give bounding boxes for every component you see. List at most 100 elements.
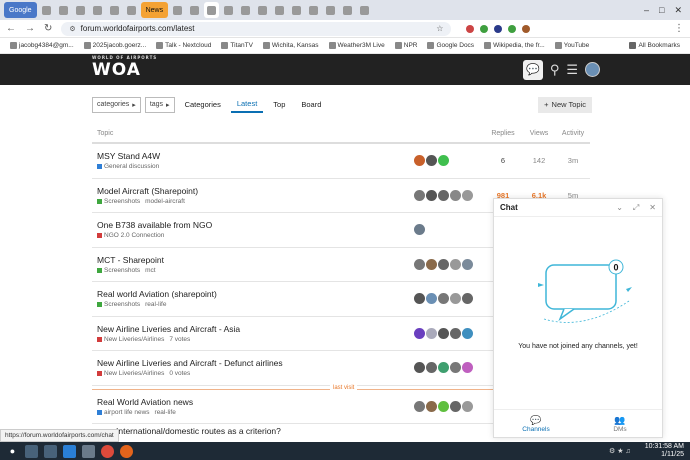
poster-avatar[interactable] bbox=[426, 293, 437, 305]
partial-topic-row[interactable]: International/domestic routes as a crite… bbox=[92, 426, 492, 442]
poster-avatar[interactable] bbox=[438, 293, 449, 305]
taskbar-app-icon[interactable] bbox=[63, 444, 76, 458]
bookmark-item[interactable]: Weather3M Live bbox=[328, 41, 385, 49]
topic-title[interactable]: New Airline Liveries and Aircraft - Asia bbox=[97, 324, 414, 334]
chat-button[interactable]: 💬 bbox=[522, 59, 543, 80]
header-replies[interactable]: Replies bbox=[484, 130, 522, 137]
nav-categories[interactable]: Categories bbox=[179, 97, 227, 112]
maximize-icon[interactable]: □ bbox=[659, 5, 664, 16]
topic-title[interactable]: MSY Stand A4W bbox=[97, 151, 414, 161]
poster-avatar[interactable] bbox=[438, 258, 449, 270]
poster-avatar[interactable] bbox=[450, 189, 461, 201]
topic-title[interactable]: Real World Aviation news bbox=[97, 397, 414, 407]
reload-icon[interactable]: ↻ bbox=[44, 23, 52, 34]
poster-avatar[interactable] bbox=[462, 189, 473, 201]
browser-tab[interactable] bbox=[221, 2, 236, 18]
poster-avatar[interactable] bbox=[450, 400, 461, 412]
expand-icon[interactable]: ⤢ bbox=[633, 203, 639, 213]
poster-avatar[interactable] bbox=[462, 362, 473, 374]
poster-avatar[interactable] bbox=[438, 189, 449, 201]
categories-dropdown[interactable]: categories ▸ bbox=[92, 96, 141, 113]
topic-title[interactable]: New Airline Liveries and Aircraft - Defu… bbox=[97, 358, 414, 368]
poster-avatar[interactable] bbox=[426, 155, 437, 167]
poster-avatar[interactable] bbox=[426, 327, 437, 339]
bookmark-item[interactable]: Wikipedia, the fr... bbox=[484, 41, 545, 49]
browser-tab[interactable] bbox=[255, 2, 270, 18]
bookmark-item[interactable]: TitanTV bbox=[221, 41, 253, 49]
search-icon[interactable]: ⚲ bbox=[550, 62, 560, 78]
taskbar-app-icon[interactable] bbox=[82, 444, 95, 458]
browser-tab[interactable] bbox=[340, 2, 355, 18]
topic-activity[interactable]: 3m bbox=[556, 156, 590, 165]
browser-tab[interactable] bbox=[272, 2, 287, 18]
topic-row[interactable]: MSY Stand A4W General discussion 6 142 3… bbox=[92, 144, 590, 179]
nav-board[interactable]: Board bbox=[295, 97, 327, 112]
poster-avatar[interactable] bbox=[426, 362, 437, 374]
poster-avatar[interactable] bbox=[462, 400, 473, 412]
tab-dms[interactable]: 👥 DMs bbox=[578, 410, 662, 437]
topic-title[interactable]: Real world Aviation (sharepoint) bbox=[97, 289, 414, 299]
firefox-icon[interactable] bbox=[120, 444, 133, 458]
browser-tab[interactable] bbox=[289, 2, 304, 18]
poster-avatar[interactable] bbox=[450, 327, 461, 339]
extension-icon[interactable] bbox=[508, 24, 517, 33]
poster-avatar[interactable] bbox=[438, 327, 449, 339]
topic-title[interactable]: One B738 available from NGO bbox=[97, 220, 414, 230]
poster-avatar[interactable] bbox=[438, 400, 449, 412]
browser-tab[interactable] bbox=[238, 2, 253, 18]
topic-category[interactable]: Screenshots bbox=[104, 198, 140, 205]
browser-tab[interactable] bbox=[170, 2, 185, 18]
topic-category[interactable]: NGO 2.0 Connection bbox=[104, 232, 164, 239]
poster-avatar[interactable] bbox=[414, 362, 425, 374]
header-views[interactable]: Views bbox=[522, 130, 556, 137]
close-icon[interactable]: ✕ bbox=[649, 203, 656, 213]
forward-icon[interactable]: → bbox=[25, 23, 35, 34]
topic-category[interactable]: New Liveries/Airlines bbox=[104, 370, 164, 377]
new-topic-button[interactable]: + New Topic bbox=[538, 96, 592, 113]
topic-tags[interactable]: model-aircraft bbox=[145, 198, 185, 205]
nav-top[interactable]: Top bbox=[267, 97, 291, 112]
poster-avatar[interactable] bbox=[450, 258, 461, 270]
topic-category[interactable]: Screenshots bbox=[104, 301, 140, 308]
site-logo[interactable]: WORLD OF AIRPORTS WOA bbox=[92, 55, 156, 80]
taskbar-app-icon[interactable] bbox=[25, 444, 38, 458]
poster-avatar[interactable] bbox=[438, 155, 449, 167]
topic-title[interactable]: MCT - Sharepoint bbox=[97, 255, 414, 265]
tags-dropdown[interactable]: tags ▸ bbox=[144, 96, 175, 113]
address-bar[interactable]: ⚙ forum.worldofairports.com/latest ☆ bbox=[61, 21, 452, 36]
back-icon[interactable]: ← bbox=[6, 23, 16, 34]
browser-tab[interactable] bbox=[204, 2, 220, 18]
launcher-icon[interactable]: ● bbox=[6, 444, 19, 458]
topic-category[interactable]: General discussion bbox=[104, 163, 159, 170]
bookmark-item[interactable]: Google Docs bbox=[427, 41, 474, 49]
nav-latest[interactable]: Latest bbox=[230, 96, 264, 113]
browser-tab[interactable] bbox=[323, 2, 338, 18]
bookmark-item[interactable]: NPR bbox=[394, 41, 417, 49]
minimize-icon[interactable]: – bbox=[644, 5, 649, 16]
browser-tab[interactable]: Google bbox=[4, 2, 37, 18]
bookmark-item[interactable]: 2025jacob.goerz... bbox=[83, 41, 146, 49]
profile-avatar-icon[interactable] bbox=[522, 24, 531, 33]
poster-avatar[interactable] bbox=[426, 189, 437, 201]
topic-tags[interactable]: 7 votes bbox=[169, 336, 190, 343]
browser-tab[interactable] bbox=[39, 2, 54, 18]
poster-avatar[interactable] bbox=[426, 258, 437, 270]
topic-tags[interactable]: mct bbox=[145, 267, 155, 274]
bookmark-item[interactable]: Wichita, Kansas bbox=[262, 41, 319, 49]
browser-tab[interactable] bbox=[73, 2, 88, 18]
topic-title[interactable]: Model Aircraft (Sharepoint) bbox=[97, 186, 414, 196]
browser-tab[interactable] bbox=[187, 2, 202, 18]
site-info-icon[interactable]: ⚙ bbox=[69, 25, 75, 33]
clock[interactable]: 10:31:58 AM 1/11/25 bbox=[645, 443, 684, 459]
topic-tags[interactable]: 0 votes bbox=[169, 370, 190, 377]
header-activity[interactable]: Activity bbox=[556, 130, 590, 137]
topic-tags[interactable]: real-life bbox=[145, 301, 166, 308]
browser-tab[interactable] bbox=[124, 2, 139, 18]
poster-avatar[interactable] bbox=[414, 155, 425, 167]
system-tray-icons[interactable]: ⚙ ★ ♫ bbox=[609, 447, 631, 455]
tab-channels[interactable]: 💬 Channels bbox=[494, 410, 578, 437]
extension-icon[interactable] bbox=[494, 24, 503, 33]
hamburger-menu-icon[interactable]: ☰ bbox=[566, 62, 578, 78]
close-window-icon[interactable]: ✕ bbox=[674, 5, 682, 16]
topic-category[interactable]: airport life news bbox=[104, 409, 150, 416]
